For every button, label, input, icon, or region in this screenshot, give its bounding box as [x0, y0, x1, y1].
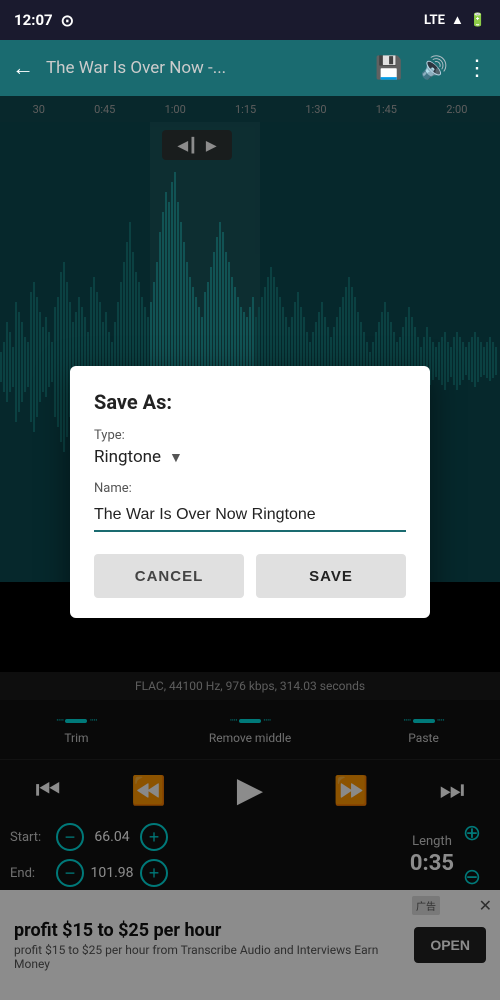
dialog-type-value: Ringtone — [94, 447, 161, 467]
more-icon[interactable]: ⋮ — [466, 56, 488, 81]
save-icon[interactable]: 💾 — [375, 56, 402, 81]
status-bar: 12:07 ⊙ LTE ▲ 🔋 — [0, 0, 500, 40]
dialog-name-input[interactable] — [94, 502, 406, 532]
dialog-type-dropdown[interactable]: Ringtone ▼ — [94, 447, 406, 467]
save-button[interactable]: SAVE — [256, 554, 406, 598]
dialog-overlay: Save As: Type: Ringtone ▼ Name: CANCEL S… — [0, 96, 500, 1000]
status-notif-icon: ⊙ — [61, 11, 74, 30]
dialog-buttons: CANCEL SAVE — [94, 554, 406, 598]
save-dialog: Save As: Type: Ringtone ▼ Name: CANCEL S… — [70, 366, 430, 618]
cancel-button[interactable]: CANCEL — [94, 554, 244, 598]
back-button[interactable]: ← — [12, 55, 34, 81]
dialog-title: Save As: — [94, 390, 406, 414]
volume-icon[interactable]: 🔊 — [421, 56, 448, 81]
status-network: LTE — [424, 13, 445, 28]
dropdown-arrow-icon: ▼ — [169, 449, 183, 466]
action-bar: ← The War Is Over Now -... 💾 🔊 ⋮ — [0, 40, 500, 96]
dialog-name-label: Name: — [94, 481, 406, 496]
status-signal-icon: ▲ — [451, 12, 464, 28]
status-battery-icon: 🔋 — [470, 13, 486, 28]
track-title: The War Is Over Now -... — [46, 58, 375, 78]
dialog-type-label: Type: — [94, 428, 406, 443]
status-time: 12:07 — [14, 11, 53, 29]
